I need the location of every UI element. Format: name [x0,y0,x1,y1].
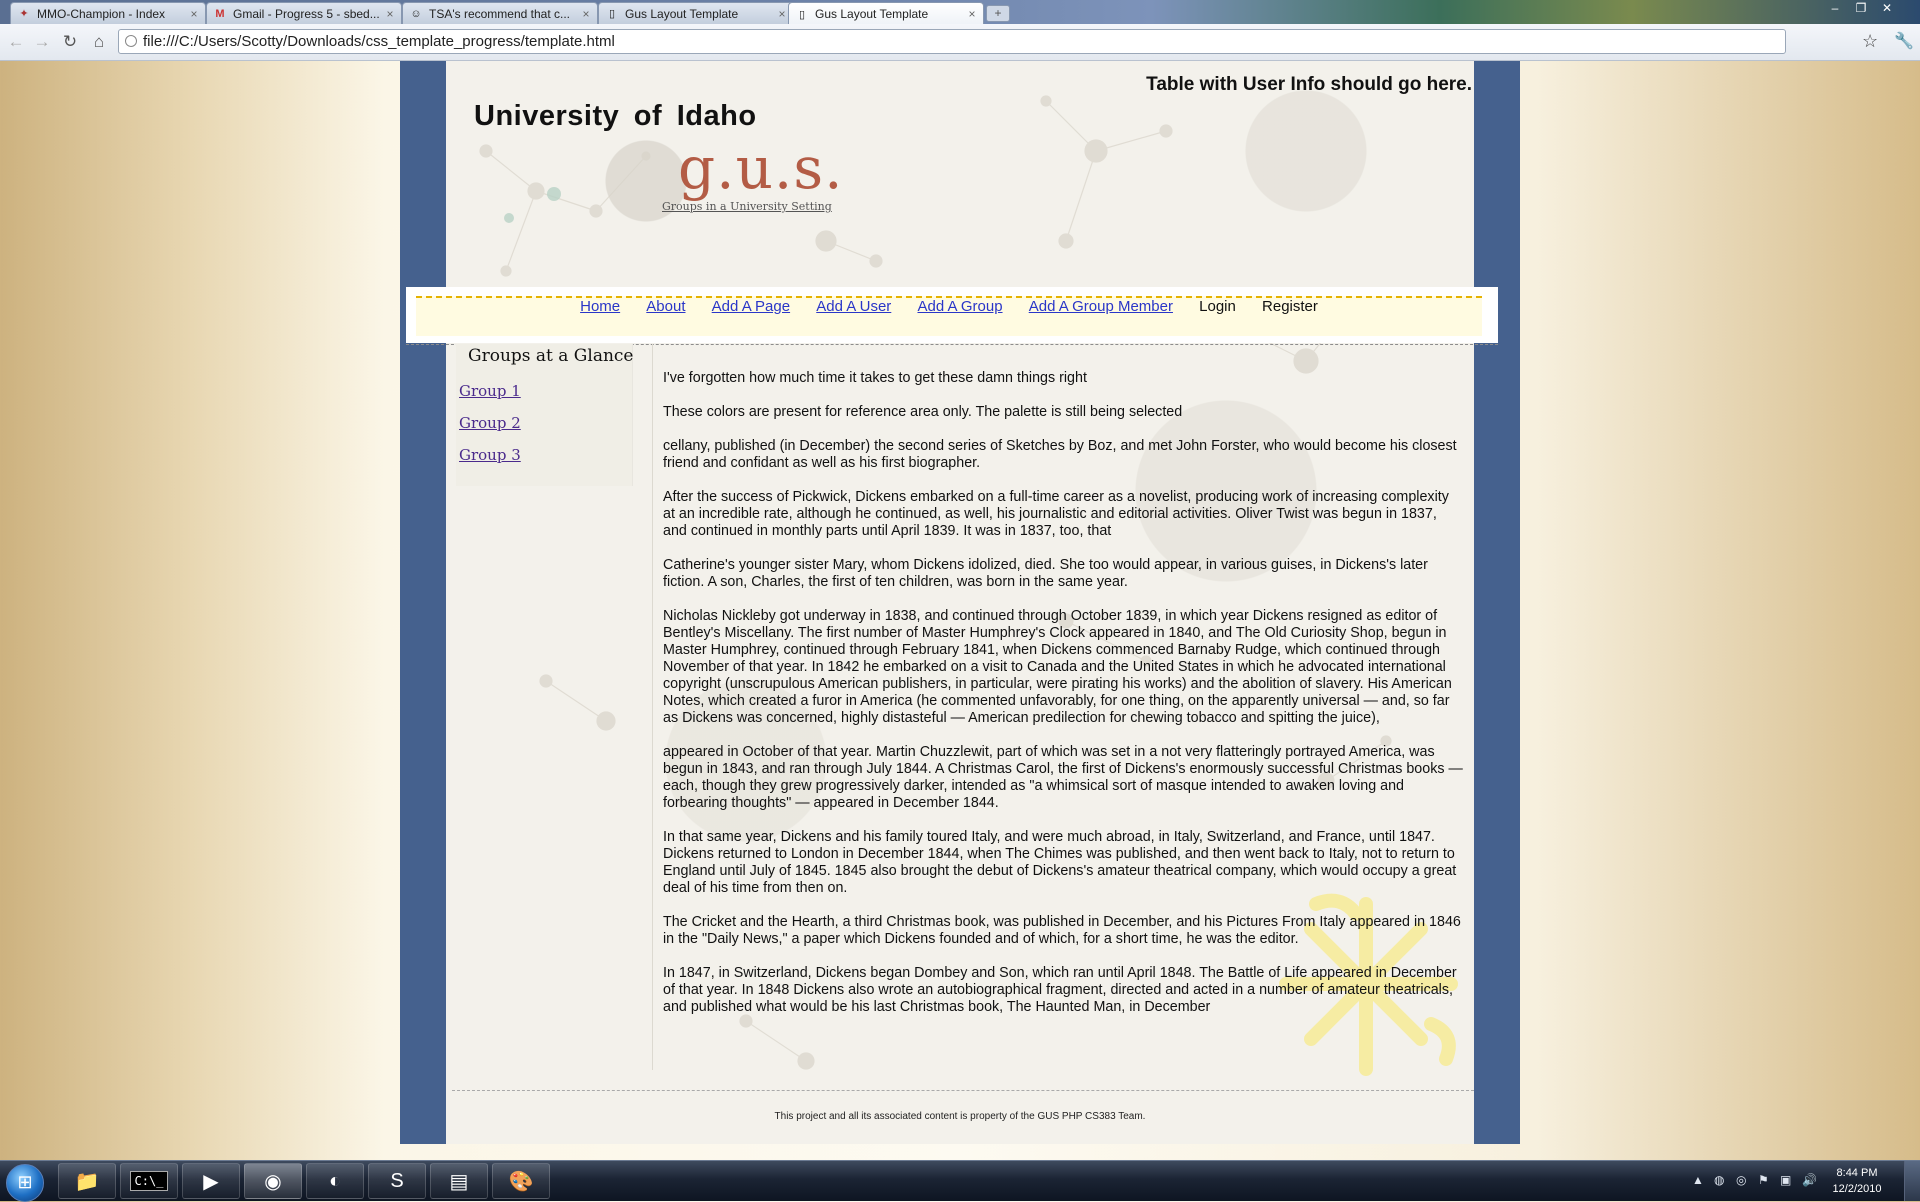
reload-icon[interactable]: ↻ [60,32,80,52]
tab-title: Gmail - Progress 5 - sbed... [233,6,380,21]
content-divider [652,344,653,1070]
close-window-button[interactable]: ✕ [1874,0,1900,18]
page-info-icon [125,35,137,47]
cmd-icon[interactable]: C:\_ [120,1163,178,1199]
tray-app-icon[interactable]: ◎ [1736,1173,1746,1187]
close-icon[interactable]: × [383,7,397,21]
tab-mmo-champion[interactable]: ✦ MMO-Champion - Index × [10,2,206,24]
skype-icon[interactable]: S [368,1163,426,1199]
main-content: I've forgotten how much time it takes to… [663,370,1463,1033]
content-paragraph: In that same year, Dickens and his famil… [663,829,1457,896]
wrench-icon[interactable]: 🔧 [1894,31,1914,51]
new-tab-button[interactable]: + [986,5,1010,22]
tab-strip: ✦ MMO-Champion - Index × M Gmail - Progr… [0,0,1920,25]
sidebar-group-1-link[interactable]: Group 1 [459,382,521,400]
network-icon[interactable]: ▣ [1780,1173,1791,1187]
bookmark-star-icon[interactable]: ☆ [1862,31,1878,52]
nav-login[interactable]: Login [1199,298,1236,315]
clock[interactable]: 8:44 PM 12/2/2010 [1822,1165,1892,1197]
footer-text: This project and all its associated cont… [774,1111,1146,1122]
tab-title: TSA's recommend that c... [429,6,571,21]
notepad-icon[interactable]: ▤ [430,1163,488,1199]
home-icon[interactable]: ⌂ [89,32,109,52]
main-nav: Home About Add A Page Add A User Add A G… [416,298,1482,322]
minimize-button[interactable]: – [1822,0,1848,18]
page-icon: ▯ [798,8,806,21]
tray-expand-icon[interactable]: ▲ [1692,1173,1704,1187]
tray-app-icon[interactable]: ⚑ [1758,1173,1769,1187]
logo-subtitle: Groups in a University Setting [662,200,832,213]
close-icon[interactable]: × [965,7,979,21]
page-icon: ▯ [608,8,616,20]
nav-add-group-link[interactable]: Add A Group [917,298,1002,315]
url-text: file:///C:/Users/Scotty/Downloads/css_te… [143,33,615,50]
sidebar-group-3-link[interactable]: Group 3 [459,446,521,464]
mmo-icon: ✦ [19,8,29,20]
nav-add-page-link[interactable]: Add A Page [712,298,790,315]
sidebar-title: Groups at a Glance [468,346,634,366]
forward-icon[interactable]: → [32,32,52,52]
clock-time: 8:44 PM [1836,1167,1878,1179]
taskbar: ⊞ 📁 C:\_ ▶ ◉ ◐ S ▤ 🎨 ▲ ◍ ◎ ⚑ ▣ 🔊 8:44 PM… [0,1160,1920,1202]
clock-date: 12/2/2010 [1832,1183,1882,1195]
address-bar[interactable]: file:///C:/Users/Scotty/Downloads/css_te… [118,29,1786,54]
footer-divider [452,1090,1474,1091]
content-paragraph: The Cricket and the Hearth, a third Chri… [663,914,1461,947]
reddit-icon: ☺ [410,7,422,20]
tray-app-icon[interactable]: ◍ [1714,1173,1724,1187]
back-icon[interactable]: ← [6,32,26,52]
nav-add-group-member-link[interactable]: Add A Group Member [1029,298,1173,315]
show-desktop-button[interactable] [1904,1161,1920,1201]
start-button[interactable]: ⊞ [6,1164,44,1202]
close-icon[interactable]: × [579,7,593,21]
tab-gus-layout-1[interactable]: ▯ Gus Layout Template × [598,2,794,24]
tab-title: Gus Layout Template [815,7,929,21]
volume-icon[interactable]: 🔊 [1802,1173,1817,1187]
content-paragraph: cellany, published (in December) the sec… [663,438,1457,471]
content-paragraph: I've forgotten how much time it takes to… [663,370,1087,386]
content-paragraph: appeared in October of that year. Martin… [663,744,1463,811]
content-paragraph: Catherine's younger sister Mary, whom Di… [663,557,1428,590]
university-title: University of Idaho [474,100,757,132]
content-paragraph: In 1847, in Switzerland, Dickens began D… [663,965,1457,1015]
nav-add-user-link[interactable]: Add A User [816,298,891,315]
nav-about-link[interactable]: About [646,298,685,315]
browser-toolbar: ← → ↻ ⌂ file:///C:/Users/Scotty/Download… [0,24,1920,61]
restore-button[interactable]: ❐ [1848,0,1874,18]
nav-home-link[interactable]: Home [580,298,620,315]
tab-gus-layout-2[interactable]: ▯ Gus Layout Template × [788,2,984,25]
gmail-icon: M [215,7,225,20]
tab-gmail[interactable]: M Gmail - Progress 5 - sbed... × [206,2,402,24]
chrome-icon[interactable]: ◉ [244,1163,302,1199]
explorer-icon[interactable]: 📁 [58,1163,116,1199]
media-player-icon[interactable]: ▶ [182,1163,240,1199]
eclipse-icon[interactable]: ◐ [306,1163,364,1199]
close-icon[interactable]: × [187,7,201,21]
tab-title: Gus Layout Template [625,6,739,21]
gus-logo: g.u.s. [678,134,844,202]
tab-title: MMO-Champion - Index [37,6,166,21]
tab-tsa[interactable]: ☺ TSA's recommend that c... × [402,2,598,24]
paint-icon[interactable]: 🎨 [492,1163,550,1199]
content-paragraph: After the success of Pickwick, Dickens e… [663,489,1449,539]
user-info-placeholder: Table with User Info should go here. [1146,74,1472,95]
sidebar-group-2-link[interactable]: Group 2 [459,414,521,432]
content-paragraph: Nicholas Nickleby got underway in 1838, … [663,608,1452,726]
content-paragraph: These colors are present for reference a… [663,404,1183,420]
nav-register[interactable]: Register [1262,298,1318,315]
close-icon[interactable]: × [775,7,789,21]
